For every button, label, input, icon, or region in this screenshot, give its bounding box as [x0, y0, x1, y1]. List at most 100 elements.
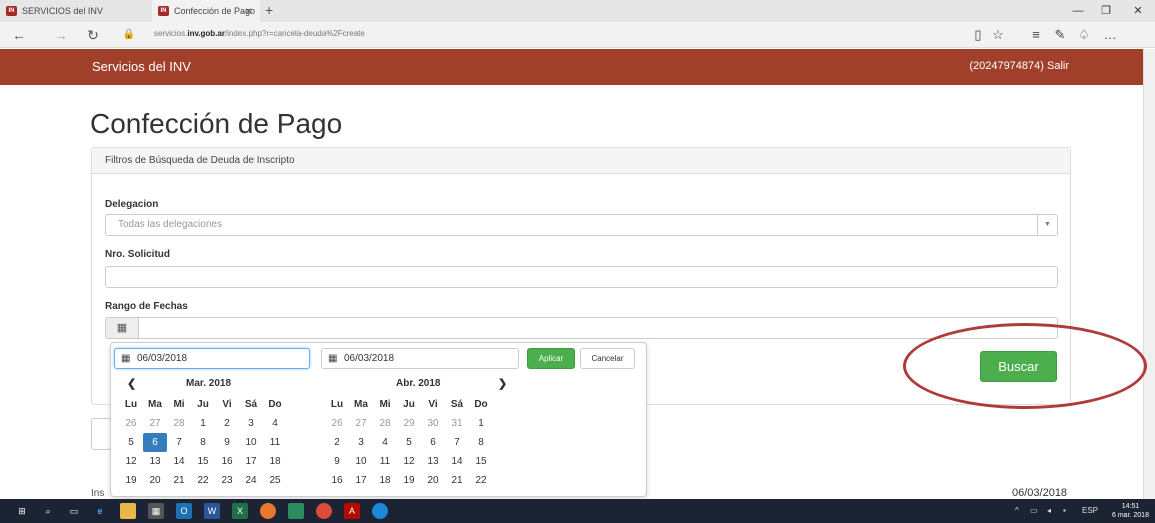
calendar-day[interactable]: 18 — [263, 452, 287, 471]
cancelar-button[interactable]: Cancelar — [580, 348, 635, 369]
calendar-day[interactable]: 13 — [421, 452, 445, 471]
tab-confeccion[interactable]: IN Confección de Pago × — [152, 0, 260, 22]
calendar-day[interactable]: 12 — [397, 452, 421, 471]
prev-month-icon[interactable]: ❮ — [127, 377, 136, 390]
calendar-day[interactable]: 14 — [167, 452, 191, 471]
calendar-day[interactable]: 2 — [325, 433, 349, 452]
task-view-icon[interactable]: ▭ — [66, 503, 82, 519]
calendar-day[interactable]: 14 — [445, 452, 469, 471]
minimize-button[interactable]: — — [1064, 0, 1092, 22]
site-brand-link[interactable]: Servicios del INV — [92, 59, 191, 74]
calendar-day[interactable]: 30 — [421, 414, 445, 433]
word-icon[interactable]: W — [204, 503, 220, 519]
calendar-day[interactable]: 9 — [215, 433, 239, 452]
calendar-day[interactable]: 26 — [119, 414, 143, 433]
calendar-day[interactable]: 27 — [349, 414, 373, 433]
calendar-day[interactable]: 7 — [167, 433, 191, 452]
favorite-star-icon[interactable]: ☆ — [988, 26, 1008, 44]
calendar-day[interactable]: 10 — [239, 433, 263, 452]
back-arrow-icon[interactable]: ← — [8, 24, 30, 46]
calendar-day[interactable]: 5 — [397, 433, 421, 452]
edge-browser-icon[interactable]: e — [92, 503, 108, 519]
calendar-day[interactable]: 25 — [263, 471, 287, 490]
share-icon[interactable]: ♤ — [1074, 26, 1094, 44]
outlook-icon[interactable]: O — [176, 503, 192, 519]
calendar-day[interactable]: 29 — [397, 414, 421, 433]
calendar-day[interactable]: 21 — [167, 471, 191, 490]
web-note-icon[interactable]: ✎ — [1050, 26, 1070, 44]
calendar-day[interactable]: 21 — [445, 471, 469, 490]
solicitud-input[interactable] — [105, 266, 1058, 288]
file-explorer-icon[interactable] — [120, 503, 136, 519]
close-window-button[interactable]: ✕ — [1124, 0, 1152, 22]
new-tab-button[interactable]: + — [265, 0, 273, 20]
calendar-day[interactable]: 31 — [445, 414, 469, 433]
more-menu-icon[interactable]: … — [1100, 26, 1120, 44]
calendar-day[interactable]: 8 — [191, 433, 215, 452]
search-icon[interactable]: ⌕ — [40, 503, 56, 519]
calendar-day[interactable]: 28 — [373, 414, 397, 433]
calendar-day[interactable]: 11 — [263, 433, 287, 452]
calendar-day[interactable]: 20 — [143, 471, 167, 490]
calendar-day[interactable]: 1 — [191, 414, 215, 433]
calendar-day[interactable]: 17 — [239, 452, 263, 471]
refresh-icon[interactable]: ↻ — [82, 24, 104, 46]
notification-icon[interactable]: ▪ — [1063, 506, 1066, 515]
calendar-day[interactable]: 6 — [421, 433, 445, 452]
calendar-day[interactable]: 23 — [215, 471, 239, 490]
hub-icon[interactable]: ≡ — [1026, 26, 1046, 44]
calendar-day[interactable]: 8 — [469, 433, 493, 452]
tray-chevron-icon[interactable]: ^ — [1015, 506, 1019, 515]
end-date-input[interactable]: ▦ 06/03/2018 — [321, 348, 519, 369]
forward-arrow-icon[interactable]: → — [50, 24, 72, 46]
acrobat-icon[interactable]: A — [344, 503, 360, 519]
chrome-icon[interactable] — [316, 503, 332, 519]
calendar-day[interactable]: 1 — [469, 414, 493, 433]
calendar-day[interactable]: 18 — [373, 471, 397, 490]
calendar-day[interactable]: 26 — [325, 414, 349, 433]
calendar-day-selected[interactable]: 6 — [143, 433, 167, 452]
tab-servicios[interactable]: IN SERVICIOS del INV — [0, 0, 148, 22]
windows-start-icon[interactable]: ⊞ — [14, 503, 30, 519]
url-field[interactable]: servicios.inv.gob.ar/index.php?r=cancela… — [154, 29, 365, 38]
logout-link[interactable]: (20247974874) Salir — [969, 60, 1069, 72]
calendar-day[interactable]: 4 — [373, 433, 397, 452]
reading-view-icon[interactable]: ▯ — [968, 26, 988, 44]
delegacion-select[interactable]: Todas las delegaciones ▼ — [105, 214, 1058, 236]
calendar-day[interactable]: 19 — [397, 471, 421, 490]
calendar-day[interactable]: 2 — [215, 414, 239, 433]
date-range-input[interactable] — [138, 317, 1058, 339]
calendar-day[interactable]: 27 — [143, 414, 167, 433]
calendar-day[interactable]: 22 — [469, 471, 493, 490]
calendar-day[interactable]: 17 — [349, 471, 373, 490]
calendar-day[interactable]: 19 — [119, 471, 143, 490]
calendar-day[interactable]: 20 — [421, 471, 445, 490]
taskbar-clock[interactable]: 14:51 6 mar. 2018 — [1112, 502, 1149, 520]
volume-icon[interactable]: ◂ — [1047, 506, 1051, 515]
aplicar-button[interactable]: Aplicar — [527, 348, 575, 369]
close-tab-icon[interactable]: × — [245, 0, 252, 22]
calendar-day[interactable]: 3 — [349, 433, 373, 452]
maximize-button[interactable]: ❐ — [1092, 0, 1120, 22]
excel-icon[interactable]: X — [232, 503, 248, 519]
calendar-day[interactable]: 28 — [167, 414, 191, 433]
calendar-day[interactable]: 16 — [215, 452, 239, 471]
calendar-day[interactable]: 3 — [239, 414, 263, 433]
next-month-icon[interactable]: ❯ — [498, 377, 507, 390]
calendar-day[interactable]: 16 — [325, 471, 349, 490]
calendar-day[interactable]: 13 — [143, 452, 167, 471]
calendar-day[interactable]: 15 — [191, 452, 215, 471]
network-icon[interactable]: ▭ — [1030, 506, 1038, 515]
calendar-day[interactable]: 5 — [119, 433, 143, 452]
app-icon[interactable] — [288, 503, 304, 519]
calendar-day[interactable]: 11 — [373, 452, 397, 471]
calculator-icon[interactable]: ▦ — [148, 503, 164, 519]
calendar-day[interactable]: 24 — [239, 471, 263, 490]
calendar-day[interactable]: 22 — [191, 471, 215, 490]
firefox-icon[interactable] — [260, 503, 276, 519]
language-indicator[interactable]: ESP — [1082, 506, 1098, 515]
calendar-day[interactable]: 15 — [469, 452, 493, 471]
start-date-input[interactable]: ▦ 06/03/2018 — [114, 348, 310, 369]
vertical-scrollbar[interactable] — [1143, 49, 1155, 499]
app-globe-icon[interactable] — [372, 503, 388, 519]
